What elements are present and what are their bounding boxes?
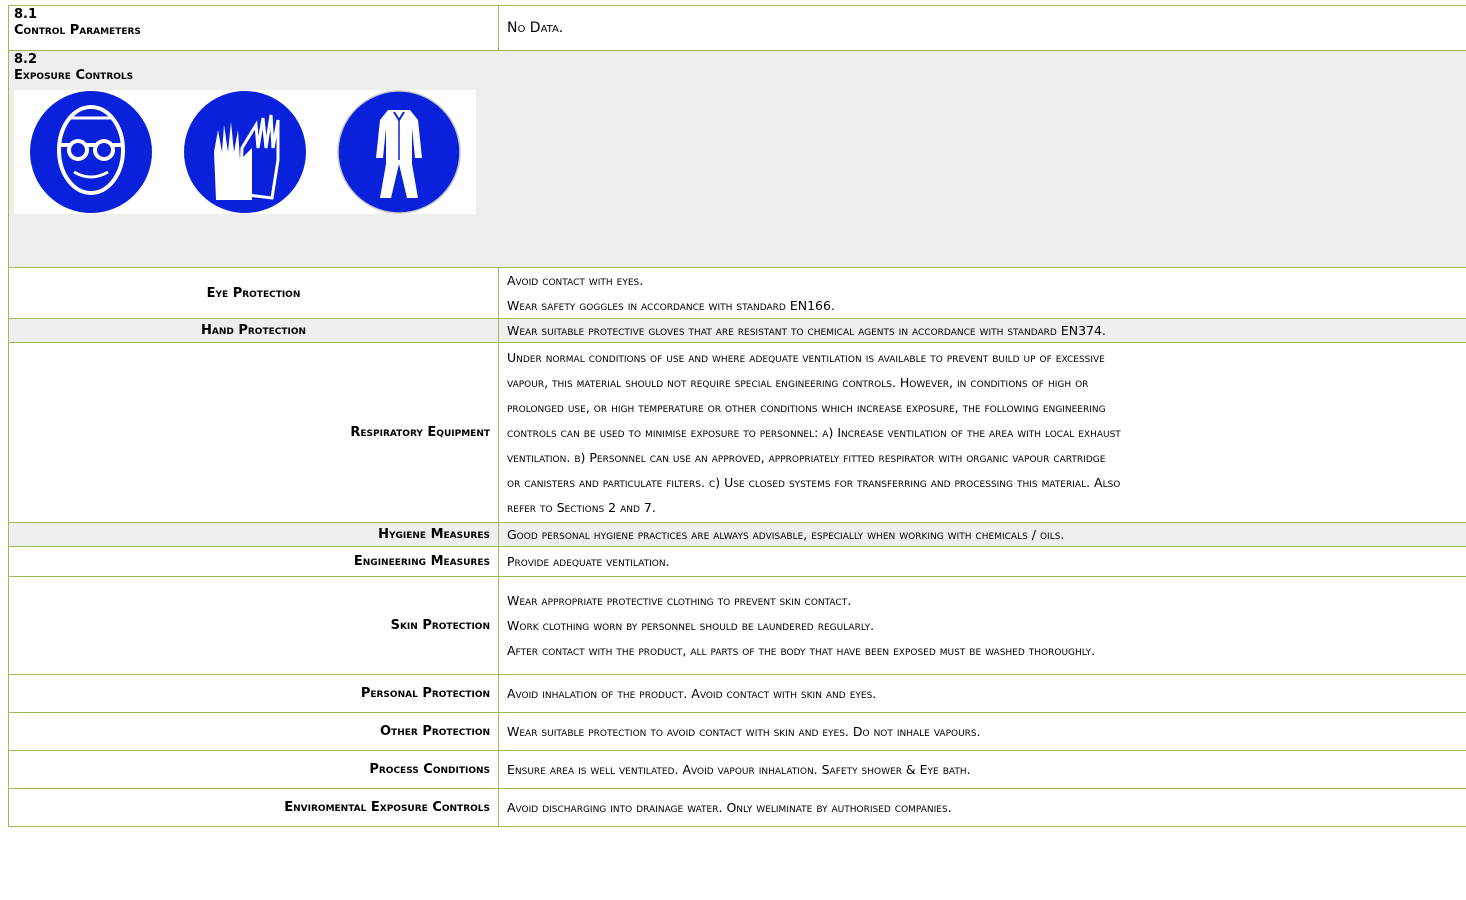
table-row: Skin Protection Wear appropriate protect… [8, 576, 1466, 675]
row-label: Process Conditions [8, 750, 499, 789]
row-value: Wear suitable protection to avoid contac… [498, 712, 1466, 751]
row-label: Hygiene Measures [8, 522, 499, 547]
gloves-mandatory-icon [168, 90, 322, 214]
row-label: Enviromental Exposure Controls [8, 788, 499, 827]
value-line: controls can be used to minimise exposur… [507, 425, 1121, 440]
value-line: Provide adequate ventilation. [507, 554, 670, 569]
value-line: Avoid inhalation of the product. Avoid c… [507, 686, 877, 701]
row-label: Respiratory Equipment [8, 342, 499, 523]
control-parameters-row: 8.1 Control Parameters No Data. [8, 5, 1466, 51]
value-line: Work clothing worn by personnel should b… [507, 618, 875, 633]
row-label: Other Protection [8, 712, 499, 751]
row-value: Under normal conditions of use and where… [498, 342, 1466, 523]
control-parameters-header: 8.1 Control Parameters [8, 5, 499, 51]
row-label: Skin Protection [8, 576, 499, 675]
exposure-controls-row: 8.2 Exposure Controls [8, 50, 1466, 268]
section-title: Exposure Controls [14, 68, 134, 83]
value-line: Under normal conditions of use and where… [507, 350, 1105, 365]
goggles-mandatory-icon [14, 90, 168, 214]
exposure-table: 8.1 Control Parameters No Data. 8.2 Expo… [8, 5, 1466, 827]
row-label: Personal Protection [8, 674, 499, 713]
value-line: or canisters and particulate filters. c)… [507, 475, 1121, 490]
value-line: refer to Sections 2 and 7. [507, 500, 656, 515]
value-line: ventilation. b) Personnel can use an app… [507, 450, 1106, 465]
row-label: Hand Protection [8, 318, 499, 343]
value-line: Ensure area is well ventilated. Avoid va… [507, 762, 971, 777]
row-value: Avoid discharging into drainage water. O… [498, 788, 1466, 827]
row-label: Engineering Measures [8, 546, 499, 577]
table-row: Engineering Measures Provide adequate ve… [8, 546, 1466, 577]
value-line: Wear suitable protection to avoid contac… [507, 724, 981, 739]
row-label: Eye Protection [8, 267, 499, 319]
row-value: Avoid inhalation of the product. Avoid c… [498, 674, 1466, 713]
control-parameters-value: No Data. [498, 5, 1466, 51]
table-row: Process Conditions Ensure area is well v… [8, 750, 1466, 789]
section-number: 8.1 [14, 7, 38, 22]
table-row: Hand Protection Wear suitable protective… [8, 318, 1466, 343]
value-line: vapour, this material should not require… [507, 375, 1089, 390]
sds-section-8: 8.1 Control Parameters No Data. 8.2 Expo… [8, 5, 1466, 827]
table-row: Personal Protection Avoid inhalation of … [8, 674, 1466, 713]
protective-suit-mandatory-icon [322, 90, 476, 214]
section-title: Control Parameters [14, 23, 141, 38]
table-row: Respiratory Equipment Under normal condi… [8, 342, 1466, 523]
row-value: Ensure area is well ventilated. Avoid va… [498, 750, 1466, 789]
table-row: Eye Protection Avoid contact with eyes. … [8, 267, 1466, 319]
table-row: Hygiene Measures Good personal hygiene p… [8, 522, 1466, 547]
value-line: Wear suitable protective gloves that are… [507, 322, 1106, 338]
value-line: prolonged use, or high temperature or ot… [507, 400, 1106, 415]
value-line: Wear appropriate protective clothing to … [507, 593, 852, 608]
value-line: Good personal hygiene practices are alwa… [507, 526, 1065, 542]
value-line: Wear safety goggles in accordance with s… [507, 298, 835, 313]
table-row: Enviromental Exposure Controls Avoid dis… [8, 788, 1466, 827]
table-row: Other Protection Wear suitable protectio… [8, 712, 1466, 751]
value-line: After contact with the product, all part… [507, 643, 1096, 658]
section-number: 8.2 [14, 52, 38, 67]
exposure-controls-header: 8.2 Exposure Controls [8, 50, 1466, 268]
value-line: Avoid contact with eyes. [507, 273, 644, 288]
row-value: Provide adequate ventilation. [498, 546, 1466, 577]
row-value: Wear suitable protective gloves that are… [498, 318, 1466, 343]
row-value: Good personal hygiene practices are alwa… [498, 522, 1466, 547]
row-value: Avoid contact with eyes. Wear safety gog… [498, 267, 1466, 319]
row-value: Wear appropriate protective clothing to … [498, 576, 1466, 675]
ppe-icons [14, 90, 1461, 214]
value-line: Avoid discharging into drainage water. O… [507, 800, 952, 815]
